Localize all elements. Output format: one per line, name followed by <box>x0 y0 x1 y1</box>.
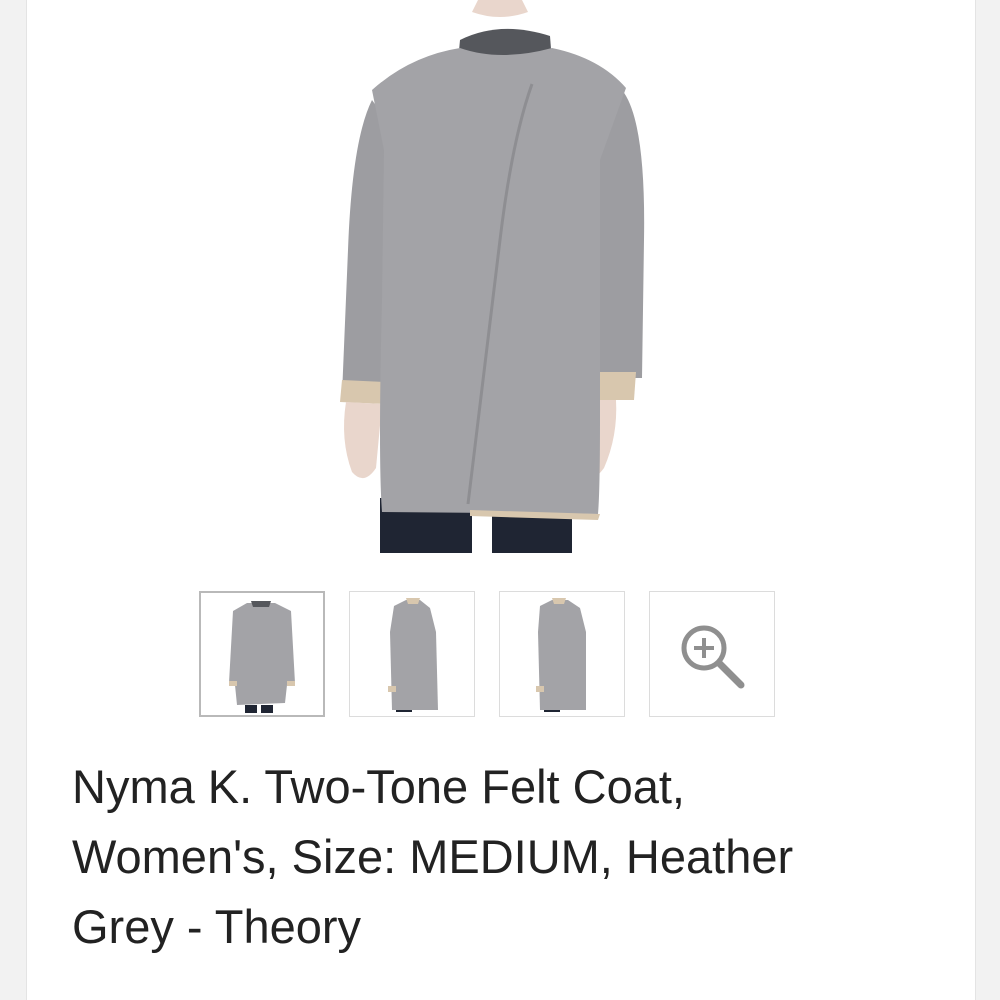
thumbnail-side-alt[interactable] <box>499 591 625 717</box>
zoom-in-icon <box>681 625 745 689</box>
thumbnail-zoom[interactable] <box>649 591 775 717</box>
thumbnail-strip <box>0 591 1000 721</box>
thumbnail-side[interactable] <box>349 591 475 717</box>
product-title: Nyma K. Two-Tone Felt Coat, Women's, Siz… <box>72 760 794 953</box>
page-background: Nyma K. Two-Tone Felt Coat, Women's, Siz… <box>0 0 1000 1000</box>
thumbnail-front[interactable] <box>199 591 325 717</box>
main-product-image[interactable] <box>300 0 700 560</box>
